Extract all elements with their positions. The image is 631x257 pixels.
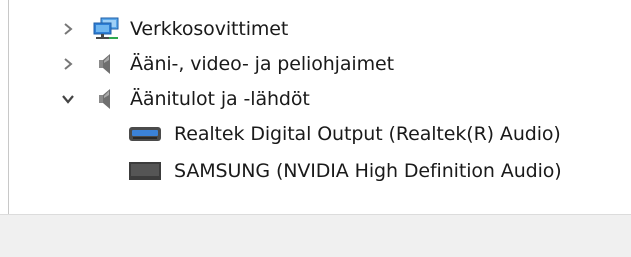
tree-item-label: Ääni-, video- ja peliohjaimet	[130, 53, 394, 75]
chevron-down-icon[interactable]	[58, 89, 78, 109]
speaker-icon	[92, 52, 122, 76]
tree-item-sound-video-game-controllers[interactable]: Ääni-, video- ja peliohjaimet	[58, 48, 394, 80]
tree-item-audio-inputs-outputs[interactable]: Äänitulot ja -lähdöt	[58, 83, 310, 115]
tree-left-border	[8, 0, 9, 214]
status-bar	[0, 214, 631, 257]
tree-item-samsung-hdmi-audio[interactable]: SAMSUNG (NVIDIA High Definition Audio)	[127, 155, 562, 187]
tree-item-label: Verkkosovittimet	[130, 18, 289, 40]
monitor-icon	[127, 159, 165, 183]
network-adapter-icon	[92, 17, 122, 41]
speaker-icon	[92, 87, 122, 111]
tree-item-realtek-digital-output[interactable]: Realtek Digital Output (Realtek(R) Audio…	[127, 118, 561, 150]
device-label: SAMSUNG (NVIDIA High Definition Audio)	[174, 160, 562, 182]
chevron-right-icon[interactable]	[58, 54, 78, 74]
tree-item-network-adapters[interactable]: Verkkosovittimet	[58, 13, 288, 45]
digital-output-icon	[127, 122, 165, 146]
chevron-right-icon[interactable]	[58, 19, 78, 39]
tree-item-label: Äänitulot ja -lähdöt	[130, 88, 310, 110]
device-tree: Verkkosovittimet Ääni-, video- ja pelioh…	[0, 0, 631, 214]
device-label: Realtek Digital Output (Realtek(R) Audio…	[174, 123, 561, 145]
